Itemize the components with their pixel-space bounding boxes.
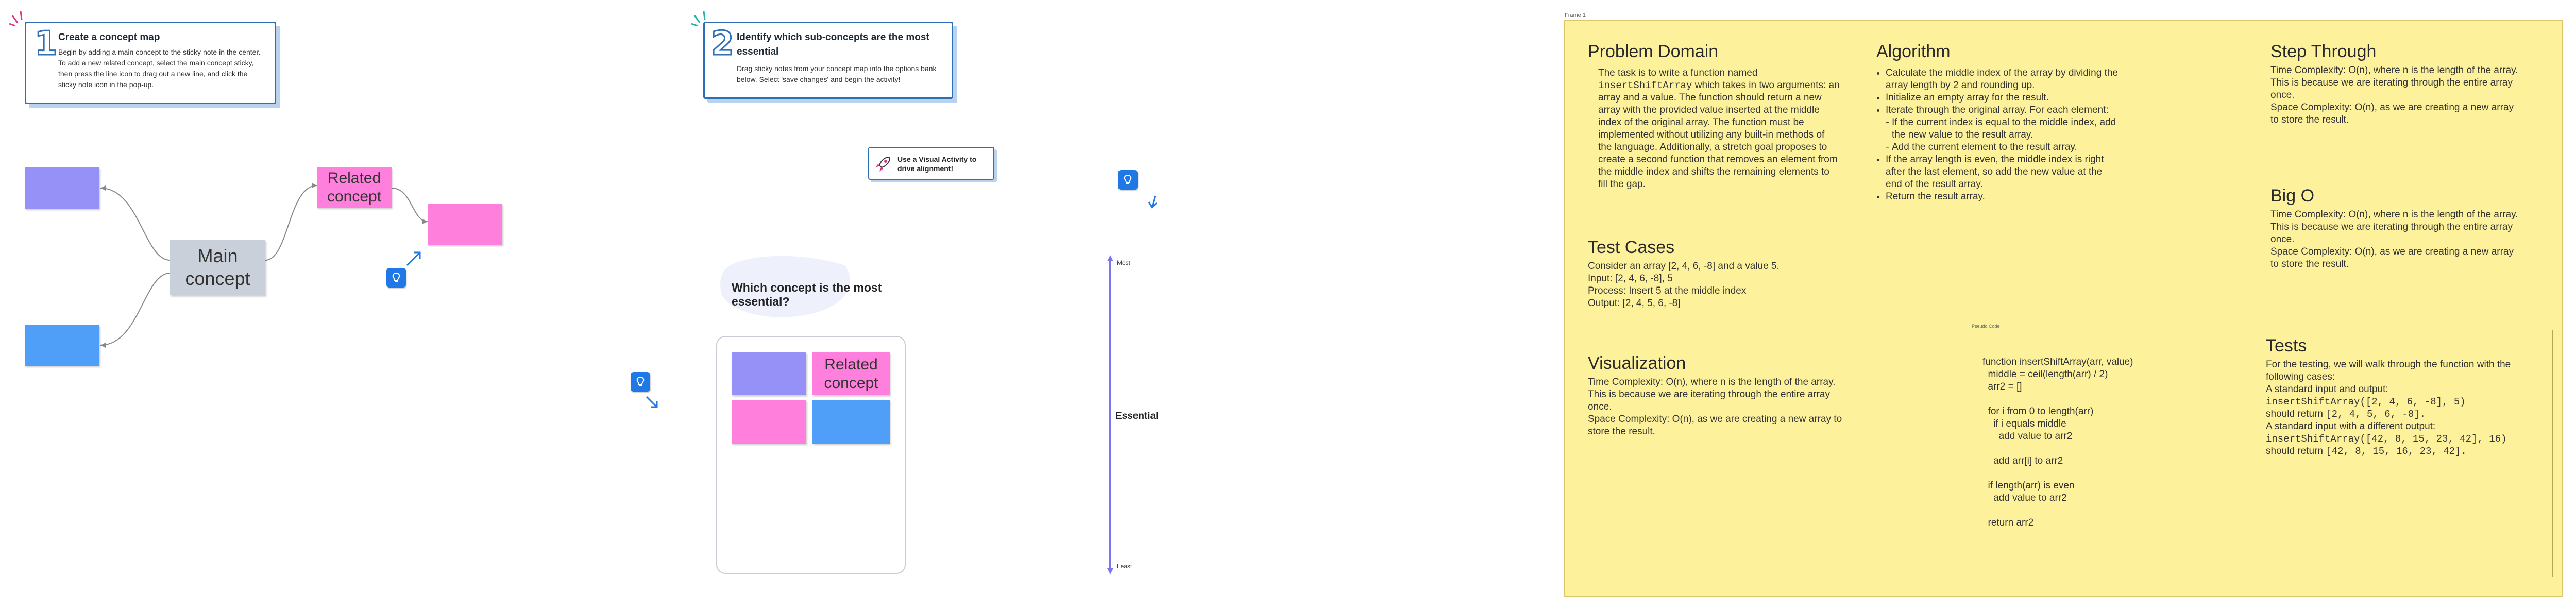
activity-question: Which concept is the most essential? xyxy=(732,281,882,308)
step-through-text: Time Complexity: O(n), where n is the le… xyxy=(2270,65,2518,125)
tests-case-1-code: insertShiftArray([2, 4, 6, -8], 5) xyxy=(2266,396,2466,408)
step-description: Begin by adding a main concept to the st… xyxy=(58,48,261,89)
frame-1[interactable]: Problem Domain The task is to write a fu… xyxy=(1564,20,2563,597)
option-sticky-pink[interactable] xyxy=(732,400,806,444)
step-number: 2 xyxy=(710,25,735,63)
connector-line xyxy=(100,188,171,261)
problem-domain-heading: Problem Domain xyxy=(1588,42,1719,61)
step-title: Create a concept map xyxy=(58,32,160,43)
step-number: 1 xyxy=(34,25,59,63)
tests-heading: Tests xyxy=(2266,336,2307,356)
step-title: Identify which sub-concepts are the most… xyxy=(737,32,929,57)
scale-label-least: Least xyxy=(1117,563,1132,570)
algorithm-step: Iterate through the original array. For … xyxy=(1886,104,2119,116)
problem-domain-p2: which takes in two arguments: an array a… xyxy=(1598,80,1840,190)
scale-label-most: Most xyxy=(1117,259,1131,266)
sticky-note-purple[interactable] xyxy=(25,167,99,209)
connector-line xyxy=(100,273,171,346)
tests-case-2-result: [42, 8, 15, 16, 23, 42]. xyxy=(2326,446,2467,457)
tests-should-return: should return xyxy=(2266,446,2323,457)
sticky-note-blue[interactable] xyxy=(25,325,99,366)
pseudo-code-label: Pseudo Code xyxy=(1972,324,2000,329)
step-description: Drag sticky notes from your concept map … xyxy=(737,64,937,83)
pseudo-code-frame[interactable]: function insertShiftArray(arr, value) mi… xyxy=(1971,330,2553,577)
lightbulb-icon-button[interactable] xyxy=(1118,170,1138,190)
function-name-code: insertShiftArray xyxy=(1598,80,1692,91)
algorithm-step: Return the result array. xyxy=(1886,191,2119,203)
lightbulb-icon xyxy=(636,376,645,386)
tests-intro: For the testing, we will walk through th… xyxy=(2266,359,2511,382)
algorithm-list: Calculate the middle index of the array … xyxy=(1876,67,2119,203)
connector-line xyxy=(391,188,428,222)
visualization-text: Time Complexity: O(n), where n is the le… xyxy=(1588,377,1842,437)
test-cases-text: Consider an array [2, 4, 6, -8] and a va… xyxy=(1588,261,1780,309)
tests-should-return: should return xyxy=(2266,409,2323,419)
step-through-heading: Step Through xyxy=(2270,42,2377,61)
big-o-heading: Big O xyxy=(2270,186,2315,206)
sticky-note-pink[interactable] xyxy=(428,204,502,245)
connector-line xyxy=(265,185,317,261)
lightbulb-icon-button[interactable] xyxy=(386,268,406,288)
rocket-icon xyxy=(875,156,891,172)
option-related-concept-label: Related concept xyxy=(824,356,878,392)
algorithm-step: Calculate the middle index of the array … xyxy=(1886,67,2119,92)
tests-case-2-code: insertShiftArray([42, 8, 15, 23, 42], 16… xyxy=(2266,433,2507,445)
related-concept-sticky[interactable]: Related concept xyxy=(317,167,392,208)
tests-case-1-label: A standard input and output: xyxy=(2266,384,2388,395)
visual-activity-hint[interactable]: Use a Visual Activity to drive alignment… xyxy=(868,147,994,180)
scale-label-essential: Essential xyxy=(1115,411,1159,421)
big-o-text: Time Complexity: O(n), where n is the le… xyxy=(2270,209,2518,269)
problem-domain-text: The task is to write a function named in… xyxy=(1598,67,1840,191)
algorithm-substep: If the current index is equal to the mid… xyxy=(1892,116,2119,141)
pseudo-code-text: function insertShiftArray(arr, value) mi… xyxy=(1982,357,2133,528)
instruction-card-step-2: 2 Identify which sub-concepts are the mo… xyxy=(703,22,953,99)
main-concept-sticky[interactable]: Main concept xyxy=(170,240,265,295)
tests-case-1-result: [2, 4, 5, 6, -8]. xyxy=(2326,409,2426,420)
visual-activity-label: Use a Visual Activity to drive alignment… xyxy=(897,155,977,173)
algorithm-step: If the array length is even, the middle … xyxy=(1886,154,2119,191)
test-cases-heading: Test Cases xyxy=(1588,238,1675,257)
algorithm-step: Initialize an empty array for the result… xyxy=(1886,92,2119,104)
option-related-concept[interactable]: Related concept xyxy=(812,352,890,395)
related-concept-label: Related concept xyxy=(327,170,382,205)
problem-domain-p1: The task is to write a function named xyxy=(1598,67,1758,78)
option-sticky-purple[interactable] xyxy=(732,352,806,395)
tests-text: For the testing, we will walk through th… xyxy=(2266,359,2534,458)
options-bank[interactable]: Related concept xyxy=(716,336,906,574)
algorithm-substep: Add the current element to the result ar… xyxy=(1892,141,2119,154)
visualization-heading: Visualization xyxy=(1588,353,1686,373)
option-sticky-blue[interactable] xyxy=(812,400,890,444)
tests-case-2-label: A standard input with a different output… xyxy=(2266,421,2436,432)
lightbulb-icon xyxy=(1124,174,1132,184)
sparkle-icon xyxy=(9,11,23,27)
main-concept-label: Main concept xyxy=(185,245,250,289)
algorithm-heading: Algorithm xyxy=(1876,42,1951,61)
instruction-card-step-1: 1 Create a concept map Begin by adding a… xyxy=(25,22,276,104)
lightbulb-icon xyxy=(392,272,400,282)
lightbulb-icon-button[interactable] xyxy=(631,372,650,392)
frame-label: Frame 1 xyxy=(1565,12,1586,19)
